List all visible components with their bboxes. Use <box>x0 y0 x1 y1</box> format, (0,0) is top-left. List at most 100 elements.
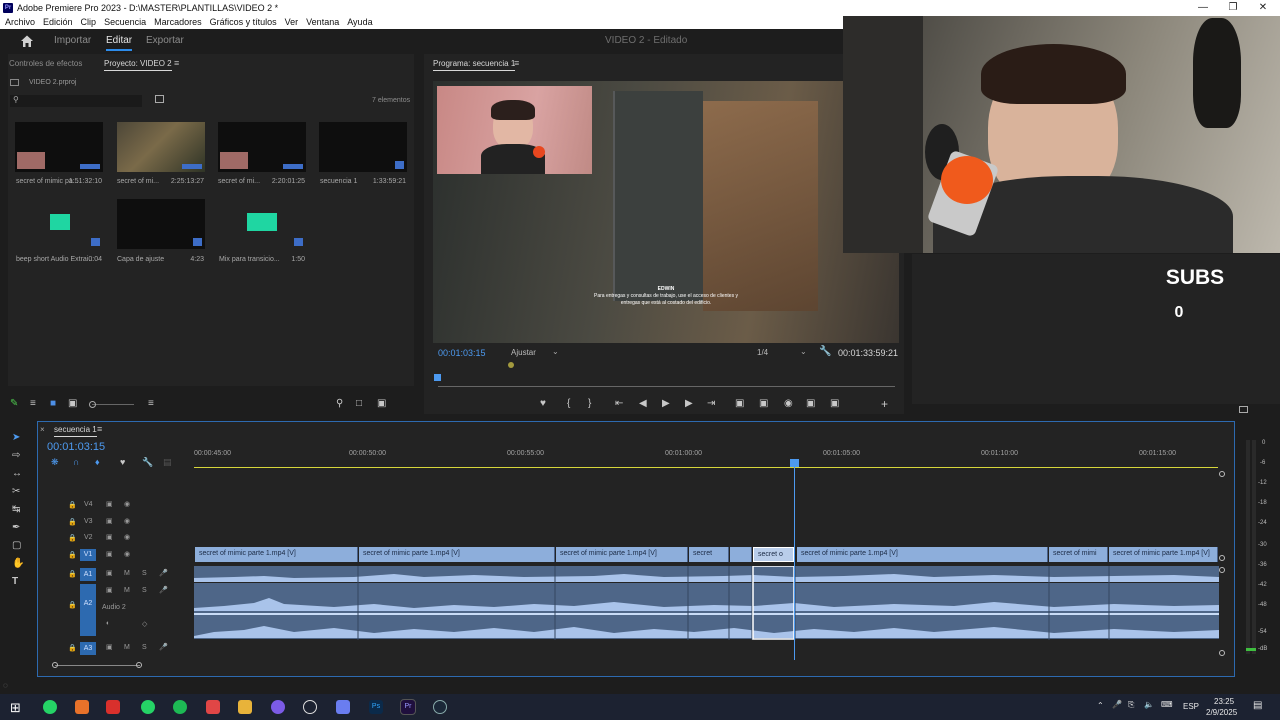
tab-exportar[interactable]: Exportar <box>146 35 184 46</box>
razor-tool-icon[interactable]: ✂ <box>12 486 20 497</box>
step-back-icon[interactable]: ◀ <box>639 398 647 409</box>
play-icon[interactable]: ▶ <box>662 398 670 409</box>
ripple-edit-icon[interactable]: ↔ <box>12 468 22 479</box>
step-forward-icon[interactable]: ▶ <box>685 398 693 409</box>
menu-archivo[interactable]: Archivo <box>5 17 35 27</box>
menu-edicion[interactable]: Edición <box>43 17 73 27</box>
scroll-handle[interactable] <box>1219 650 1225 656</box>
app-icon-green[interactable] <box>43 700 57 714</box>
audio-tracks-waveforms[interactable] <box>194 566 1219 640</box>
mute-button[interactable]: M <box>124 570 130 577</box>
tray-date[interactable]: 2/9/2025 <box>1206 708 1237 717</box>
menu-graficos[interactable]: Gráficos y títulos <box>210 17 277 27</box>
add-marker-icon[interactable]: ♥ <box>540 398 546 409</box>
go-to-out-icon[interactable]: ⇥ <box>707 398 715 409</box>
mute-button[interactable]: M <box>124 587 130 594</box>
lock-icon[interactable]: 🔒 <box>68 551 77 559</box>
scroll-handle[interactable] <box>1219 567 1225 573</box>
tray-network-icon[interactable]: ⎘ <box>1128 700 1134 710</box>
menu-ventana[interactable]: Ventana <box>306 17 339 27</box>
lock-icon[interactable]: 🔒 <box>68 601 77 609</box>
tab-program[interactable]: Programa: secuencia 1 <box>433 59 516 71</box>
lift-icon[interactable]: ▣ <box>735 398 744 409</box>
track-target-a2[interactable]: A2 <box>80 584 96 636</box>
obs-icon[interactable] <box>303 700 317 714</box>
zoom-slider[interactable] <box>92 404 134 405</box>
resolution-dropdown[interactable]: 1/4 <box>757 348 768 357</box>
project-item-thumb[interactable] <box>319 122 407 172</box>
close-tab-icon[interactable]: × <box>40 425 45 434</box>
sync-lock-icon[interactable]: ▣ <box>106 517 113 525</box>
tray-mic-icon[interactable]: 🎤 <box>1112 700 1122 709</box>
eye-icon[interactable]: ◉ <box>124 533 130 541</box>
video-clip[interactable]: secret of mimic parte 1.mp4 [V] <box>556 547 688 562</box>
new-bin-icon[interactable] <box>155 95 164 103</box>
playhead-handle[interactable] <box>790 459 799 467</box>
scroll-handle[interactable] <box>1219 555 1225 561</box>
tab-effect-controls[interactable]: Controles de efectos <box>9 59 82 68</box>
icon-view-icon[interactable]: ■ <box>50 398 56 409</box>
wrench-icon[interactable]: 🔧 <box>819 346 831 357</box>
sync-lock-icon[interactable]: ▣ <box>106 643 113 651</box>
restore-icon[interactable]: ❐ <box>1218 0 1248 15</box>
menu-ver[interactable]: Ver <box>285 17 299 27</box>
photoshop-icon[interactable]: Ps <box>369 700 383 714</box>
nest-icon[interactable]: ❋ <box>51 457 59 468</box>
solo-button[interactable]: S <box>142 587 147 594</box>
app-icon-crossed[interactable] <box>206 700 220 714</box>
wrench-icon[interactable]: 🔧 <box>142 457 153 468</box>
home-icon[interactable] <box>20 34 34 48</box>
chevron-down-icon[interactable]: ⌄ <box>552 347 559 356</box>
project-item-thumb[interactable] <box>15 199 103 249</box>
tray-time[interactable]: 23:25 <box>1214 697 1234 706</box>
video-clip[interactable]: secret of mimi <box>1049 547 1108 562</box>
snap-icon[interactable]: ∩ <box>73 457 79 467</box>
slip-tool-icon[interactable]: ↹ <box>12 504 20 515</box>
menu-secuencia[interactable]: Secuencia <box>104 17 146 27</box>
program-timecode[interactable]: 00:01:03:15 <box>438 348 486 358</box>
app-icon-orange[interactable] <box>75 700 89 714</box>
new-item-icon[interactable]: ▣ <box>377 398 386 409</box>
menu-clip[interactable]: Clip <box>81 17 97 27</box>
volume-knob-icon[interactable]: ◐ <box>106 620 110 627</box>
pen-tool-icon[interactable]: ✒ <box>12 522 20 533</box>
file-explorer-icon[interactable] <box>238 700 252 714</box>
app-icon-purple[interactable] <box>271 700 285 714</box>
scroll-handle[interactable] <box>52 662 58 668</box>
tray-volume-icon[interactable]: 🔈 <box>1144 700 1154 709</box>
horizontal-zoom-scrollbar[interactable] <box>55 665 140 666</box>
tray-language[interactable]: ESP <box>1183 702 1199 711</box>
lock-icon[interactable]: 🔒 <box>68 534 77 542</box>
zoom-slider-handle[interactable] <box>89 401 96 408</box>
steam-icon[interactable] <box>433 700 447 714</box>
camera-icon[interactable]: ◉ <box>784 398 793 409</box>
notification-icon[interactable]: ▤ <box>1253 700 1262 711</box>
type-tool-icon[interactable]: T <box>12 576 18 587</box>
mark-in-icon[interactable]: { <box>567 398 570 409</box>
comparison-icon[interactable]: ▣ <box>806 398 815 409</box>
menu-marcadores[interactable]: Marcadores <box>154 17 202 27</box>
hand-tool-icon[interactable]: ✋ <box>12 558 24 569</box>
close-icon[interactable]: ✕ <box>1248 0 1278 15</box>
mute-button[interactable]: M <box>124 644 130 651</box>
program-scrubber[interactable] <box>438 386 895 387</box>
tab-sequence[interactable]: secuencia 1 <box>54 425 97 437</box>
add-button-icon[interactable]: + <box>881 397 888 411</box>
fit-dropdown[interactable]: Ajustar <box>511 348 536 357</box>
eye-icon[interactable]: ◉ <box>124 550 130 558</box>
tray-chevron-icon[interactable]: ⌃ <box>1097 701 1104 710</box>
linked-selection-icon[interactable]: ♦ <box>95 457 100 467</box>
add-marker-icon[interactable]: ♥ <box>120 457 125 467</box>
list-view-icon[interactable]: ≡ <box>30 398 36 409</box>
video-clip[interactable]: secret of mimic parte 1.mp4 [V] <box>797 547 1048 562</box>
track-target-a1[interactable]: A1 <box>80 568 96 581</box>
windows-start-icon[interactable]: ⊞ <box>10 700 21 716</box>
selection-tool-icon[interactable]: ➤ <box>12 432 20 443</box>
microphone-icon[interactable]: 🎤 <box>159 569 168 577</box>
menu-ayuda[interactable]: Ayuda <box>347 17 372 27</box>
sync-lock-icon[interactable]: ▣ <box>106 533 113 541</box>
video-clip[interactable]: secret of mimic parte 1.mp4 [V] <box>195 547 358 562</box>
work-area-bar[interactable] <box>194 467 1218 468</box>
sync-lock-icon[interactable]: ▣ <box>106 550 113 558</box>
eye-icon[interactable]: ◉ <box>124 517 130 525</box>
